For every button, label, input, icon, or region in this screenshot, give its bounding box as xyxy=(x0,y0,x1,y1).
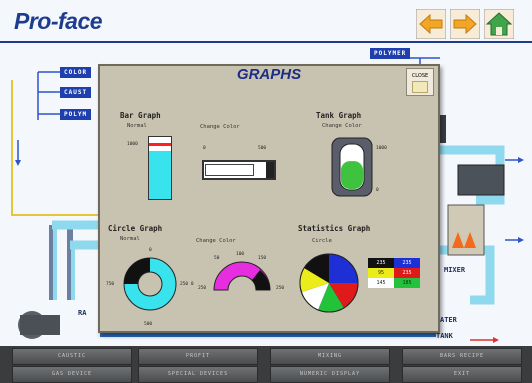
ring-label-left: 750 xyxy=(106,282,115,287)
bottom-button-7[interactable]: NUMERIC DISPLAY xyxy=(270,366,390,383)
tank-graph-title: Tank Graph xyxy=(316,111,362,120)
bottom-button-2[interactable]: PROFIT xyxy=(138,348,258,365)
bottom-button-5[interactable]: GAS DEVICE xyxy=(12,366,132,383)
gauge-label-far-right: 250 xyxy=(276,286,285,291)
vertical-bar-graph xyxy=(148,136,172,200)
circle-graph-title: Circle Graph xyxy=(108,224,163,233)
ring-graph xyxy=(123,257,177,311)
statistics-graph-circle-label: Circle xyxy=(312,238,332,244)
stat-cell: 235 xyxy=(394,258,420,268)
bottom-button-8[interactable]: EXIT xyxy=(402,366,522,383)
horizontal-bar-fill xyxy=(205,164,255,176)
bottom-button-6[interactable]: SPECIAL DEVICES xyxy=(138,366,258,383)
stat-cell: 95 xyxy=(368,268,394,278)
tag-caust: CAUST xyxy=(60,87,92,98)
stat-cell: 235 xyxy=(368,258,394,268)
bar-graph-title: Bar Graph xyxy=(120,111,161,120)
bar-graph-max-label: 1000 xyxy=(127,142,138,147)
horizontal-bar-max: 500 xyxy=(258,146,267,151)
horizontal-bar-min: 0 xyxy=(203,146,206,151)
semicircle-gauge xyxy=(213,261,271,291)
circle-graph-normal-label: Normal xyxy=(120,236,140,242)
tank-label: TANK xyxy=(436,332,453,340)
screen: Pro-face COLOR CAUST POLYM POLYMER MIXER… xyxy=(0,0,532,383)
forward-button[interactable] xyxy=(449,8,481,40)
gauge-label-center: 100 xyxy=(236,252,245,257)
gauge-label-top-right: 150 xyxy=(258,256,267,261)
dialog-title: GRAPHS xyxy=(236,66,302,83)
pro-face-logo: Pro-face xyxy=(14,8,103,34)
tag-color: COLOR xyxy=(60,67,92,78)
mixer-label: MIXER xyxy=(444,266,466,274)
vertical-bar-marker xyxy=(149,143,171,146)
ra-label: RA xyxy=(78,309,87,317)
statistics-pie xyxy=(299,253,359,313)
ring-label-bottom: 500 xyxy=(144,322,153,327)
tag-polym: POLYM xyxy=(60,109,92,120)
tank-fill xyxy=(341,161,363,189)
back-arrow-icon xyxy=(415,8,447,40)
stat-cell: 235 xyxy=(394,268,420,278)
graphs-dialog: GRAPHS CLOSE Bar Graph Normal 1000 Chang… xyxy=(98,64,440,333)
water-label: ATER xyxy=(440,316,457,324)
circle-graph-change-color-label: Change Color xyxy=(196,238,236,244)
back-button[interactable] xyxy=(415,8,447,40)
horizontal-bar-end xyxy=(266,162,274,178)
home-icon xyxy=(483,8,515,40)
home-button[interactable] xyxy=(483,8,515,40)
bottom-button-1[interactable]: CAUSTIC xyxy=(12,348,132,365)
stat-cell: 145 xyxy=(368,278,394,288)
close-icon xyxy=(412,81,428,93)
tank-graph-min-label: 0 xyxy=(376,188,379,193)
horizontal-bar-graph xyxy=(202,160,276,180)
gauge-label-left: 50 xyxy=(214,256,220,261)
bar-graph-normal-label: Normal xyxy=(127,123,147,129)
ring-label-right: 250 0 xyxy=(180,282,194,287)
close-label: CLOSE xyxy=(411,73,429,79)
tank-graph-change-color-label: Change Color xyxy=(322,123,362,129)
tank-graph xyxy=(331,137,373,197)
forward-arrow-icon xyxy=(449,8,481,40)
tank-graph-max-label: 1000 xyxy=(376,146,387,151)
bottom-navigation: CAUSTIC PROFIT MIXING BARS RECIPE GAS DE… xyxy=(0,346,532,383)
close-button[interactable]: CLOSE xyxy=(406,68,434,96)
bottom-button-4[interactable]: BARS RECIPE xyxy=(402,348,522,365)
stat-cell: 185 xyxy=(394,278,420,288)
bar-graph-change-color-label: Change Color xyxy=(200,124,240,130)
bottom-button-3[interactable]: MIXING xyxy=(270,348,390,365)
tag-polymer: POLYMER xyxy=(370,48,411,59)
statistics-graph-title: Statistics Graph xyxy=(298,224,371,233)
gauge-label-right: 250 xyxy=(198,286,207,291)
statistics-table: 235 235 95 235 145 185 xyxy=(368,258,420,288)
ring-label-top: 0 xyxy=(149,248,152,253)
vertical-bar-fill xyxy=(149,150,171,199)
